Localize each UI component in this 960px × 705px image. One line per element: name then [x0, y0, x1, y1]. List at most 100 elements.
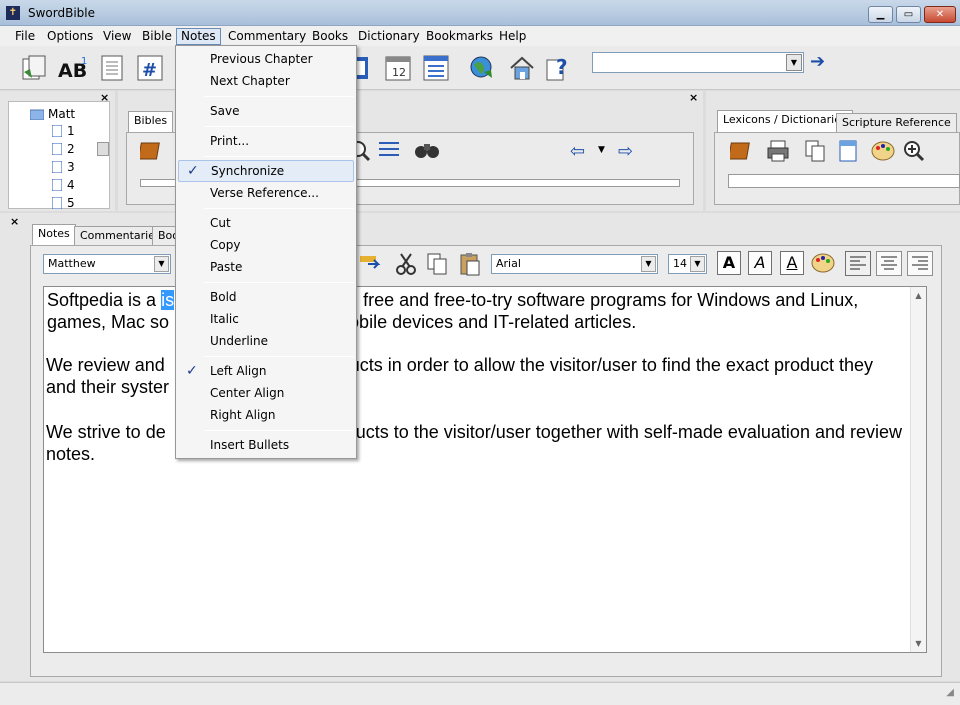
copy-icon[interactable] — [804, 139, 828, 166]
palette-icon[interactable] — [870, 139, 896, 166]
tab-bibles[interactable]: Bibles — [128, 111, 174, 133]
tree-item-matt[interactable]: Matt — [30, 105, 75, 122]
calendar-icon[interactable]: 12 — [382, 52, 414, 84]
menu-item-right-align[interactable]: Right Align — [178, 404, 354, 426]
menu-item-synchronize[interactable]: ✓ Synchronize — [178, 160, 354, 182]
menu-item-bold[interactable]: Bold — [178, 286, 354, 308]
menu-item-paste[interactable]: Paste — [178, 256, 354, 278]
menu-item-print[interactable]: Print... — [178, 130, 354, 152]
menu-item-copy[interactable]: Copy — [178, 234, 354, 256]
chevron-down-icon[interactable]: ▼ — [154, 256, 169, 272]
tree-scrollbar[interactable] — [97, 142, 109, 156]
binoculars-icon[interactable] — [414, 139, 440, 164]
menu-notes[interactable]: Notes — [176, 28, 221, 45]
scroll-down-icon[interactable]: ▼ — [911, 639, 926, 648]
chevron-down-icon[interactable]: ▼ — [690, 256, 705, 272]
globe-icon[interactable] — [466, 52, 498, 84]
menu-item-label: Next Chapter — [210, 74, 290, 88]
maximize-button[interactable]: ▭ — [896, 6, 921, 23]
tab-scripture-reference[interactable]: Scripture Reference — [836, 113, 957, 133]
book-icon[interactable] — [727, 139, 754, 166]
menu-item-left-align[interactable]: ✓ Left Align — [178, 360, 354, 382]
back-arrow-icon[interactable]: ⇦ — [570, 141, 585, 162]
menu-item-label: Center Align — [210, 386, 285, 400]
chevron-down-icon[interactable]: ▼ — [598, 145, 605, 155]
underline-button[interactable]: A — [780, 251, 804, 275]
menu-bible[interactable]: Bible — [137, 28, 177, 45]
menu-file[interactable]: File — [10, 28, 40, 45]
align-left-button[interactable] — [845, 251, 871, 276]
menu-item-insert-bullets[interactable]: Insert Bullets — [178, 434, 354, 456]
chevron-down-icon[interactable]: ▼ — [641, 256, 656, 272]
tree-item-chapter[interactable]: 4 — [52, 176, 75, 193]
menu-item-label: Save — [210, 104, 240, 118]
editor-scrollbar[interactable]: ▲ ▼ — [910, 287, 926, 652]
font-size-value: 14 — [673, 257, 687, 270]
bold-button[interactable]: A — [717, 251, 741, 275]
chevron-down-icon[interactable]: ▼ — [786, 54, 802, 71]
tree-item-chapter[interactable]: 3 — [52, 158, 75, 175]
print-icon[interactable] — [766, 139, 790, 166]
menu-item-italic[interactable]: Italic — [178, 308, 354, 330]
cut-icon[interactable] — [394, 252, 418, 279]
menu-bookmarks[interactable]: Bookmarks — [421, 28, 498, 45]
chapter-label: 5 — [67, 195, 75, 210]
menu-item-underline[interactable]: Underline — [178, 330, 354, 352]
lines-icon[interactable] — [377, 139, 401, 164]
document-icon[interactable] — [96, 52, 128, 84]
menu-options[interactable]: Options — [42, 28, 98, 45]
menu-dictionary[interactable]: Dictionary — [353, 28, 425, 45]
close-button[interactable]: ✕ — [924, 6, 956, 23]
minimize-button[interactable]: ▁ — [868, 6, 893, 23]
menu-item-cut[interactable]: Cut — [178, 212, 354, 234]
copy-verse-icon[interactable] — [18, 52, 50, 84]
search-input[interactable] — [592, 52, 804, 73]
tree-item-chapter[interactable]: 1 — [52, 122, 75, 139]
tab-notes[interactable]: Notes — [32, 224, 76, 246]
align-center-button[interactable] — [876, 251, 902, 276]
tree-item-chapter[interactable]: 2 — [52, 140, 75, 157]
tree-item-chapter[interactable]: 5 — [52, 194, 75, 211]
font-select[interactable]: Arial ▼ — [491, 254, 658, 274]
font-select-value: Arial — [496, 257, 521, 270]
menu-item-save[interactable]: Save — [178, 100, 354, 122]
tab-lexicons[interactable]: Lexicons / Dictionaries — [717, 110, 853, 132]
palette-icon[interactable] — [810, 251, 836, 278]
close-icon[interactable]: × — [689, 91, 698, 104]
align-right-button[interactable] — [907, 251, 933, 276]
resize-grip-icon[interactable]: ◢ — [946, 687, 954, 698]
menu-help[interactable]: Help — [494, 28, 531, 45]
book-select-value: Matthew — [48, 257, 96, 270]
menu-item-next-chapter[interactable]: Next Chapter — [178, 70, 354, 92]
menu-item-label: Verse Reference... — [210, 186, 319, 200]
menu-item-verse-reference[interactable]: Verse Reference... — [178, 182, 354, 204]
italic-button[interactable]: A — [748, 251, 772, 275]
menu-item-label: Paste — [210, 260, 243, 274]
copy-icon[interactable] — [426, 252, 450, 279]
home-icon[interactable] — [506, 52, 538, 84]
forward-arrow-icon[interactable]: ⇨ — [618, 141, 633, 162]
document-icon[interactable] — [836, 139, 860, 166]
window-title: SwordBible — [28, 6, 96, 20]
strongs-ab-icon[interactable]: AB 1 — [56, 52, 88, 84]
list-icon[interactable] — [420, 52, 452, 84]
verse-number-icon[interactable]: # — [134, 52, 166, 84]
zoom-in-icon[interactable] — [902, 139, 926, 166]
menu-commentary[interactable]: Commentary — [223, 28, 311, 45]
close-icon[interactable]: × — [10, 215, 19, 228]
font-size-select[interactable]: 14 ▼ — [668, 254, 707, 274]
book-icon[interactable] — [137, 139, 164, 166]
menu-view[interactable]: View — [98, 28, 136, 45]
menu-item-previous-chapter[interactable]: Previous Chapter — [178, 48, 354, 70]
checkmark-icon: ✓ — [187, 163, 199, 179]
sync-icon[interactable] — [358, 252, 382, 279]
scroll-up-icon[interactable]: ▲ — [911, 291, 926, 300]
menu-item-center-align[interactable]: Center Align — [178, 382, 354, 404]
go-arrow-icon[interactable]: ➔ — [810, 52, 832, 74]
menu-books[interactable]: Books — [307, 28, 353, 45]
lexicon-input[interactable] — [728, 174, 960, 188]
help-icon[interactable]: ? — [542, 52, 574, 84]
book-select[interactable]: Matthew ▼ — [43, 254, 171, 274]
paste-icon[interactable] — [458, 252, 482, 279]
menu-item-label: Cut — [210, 216, 231, 230]
